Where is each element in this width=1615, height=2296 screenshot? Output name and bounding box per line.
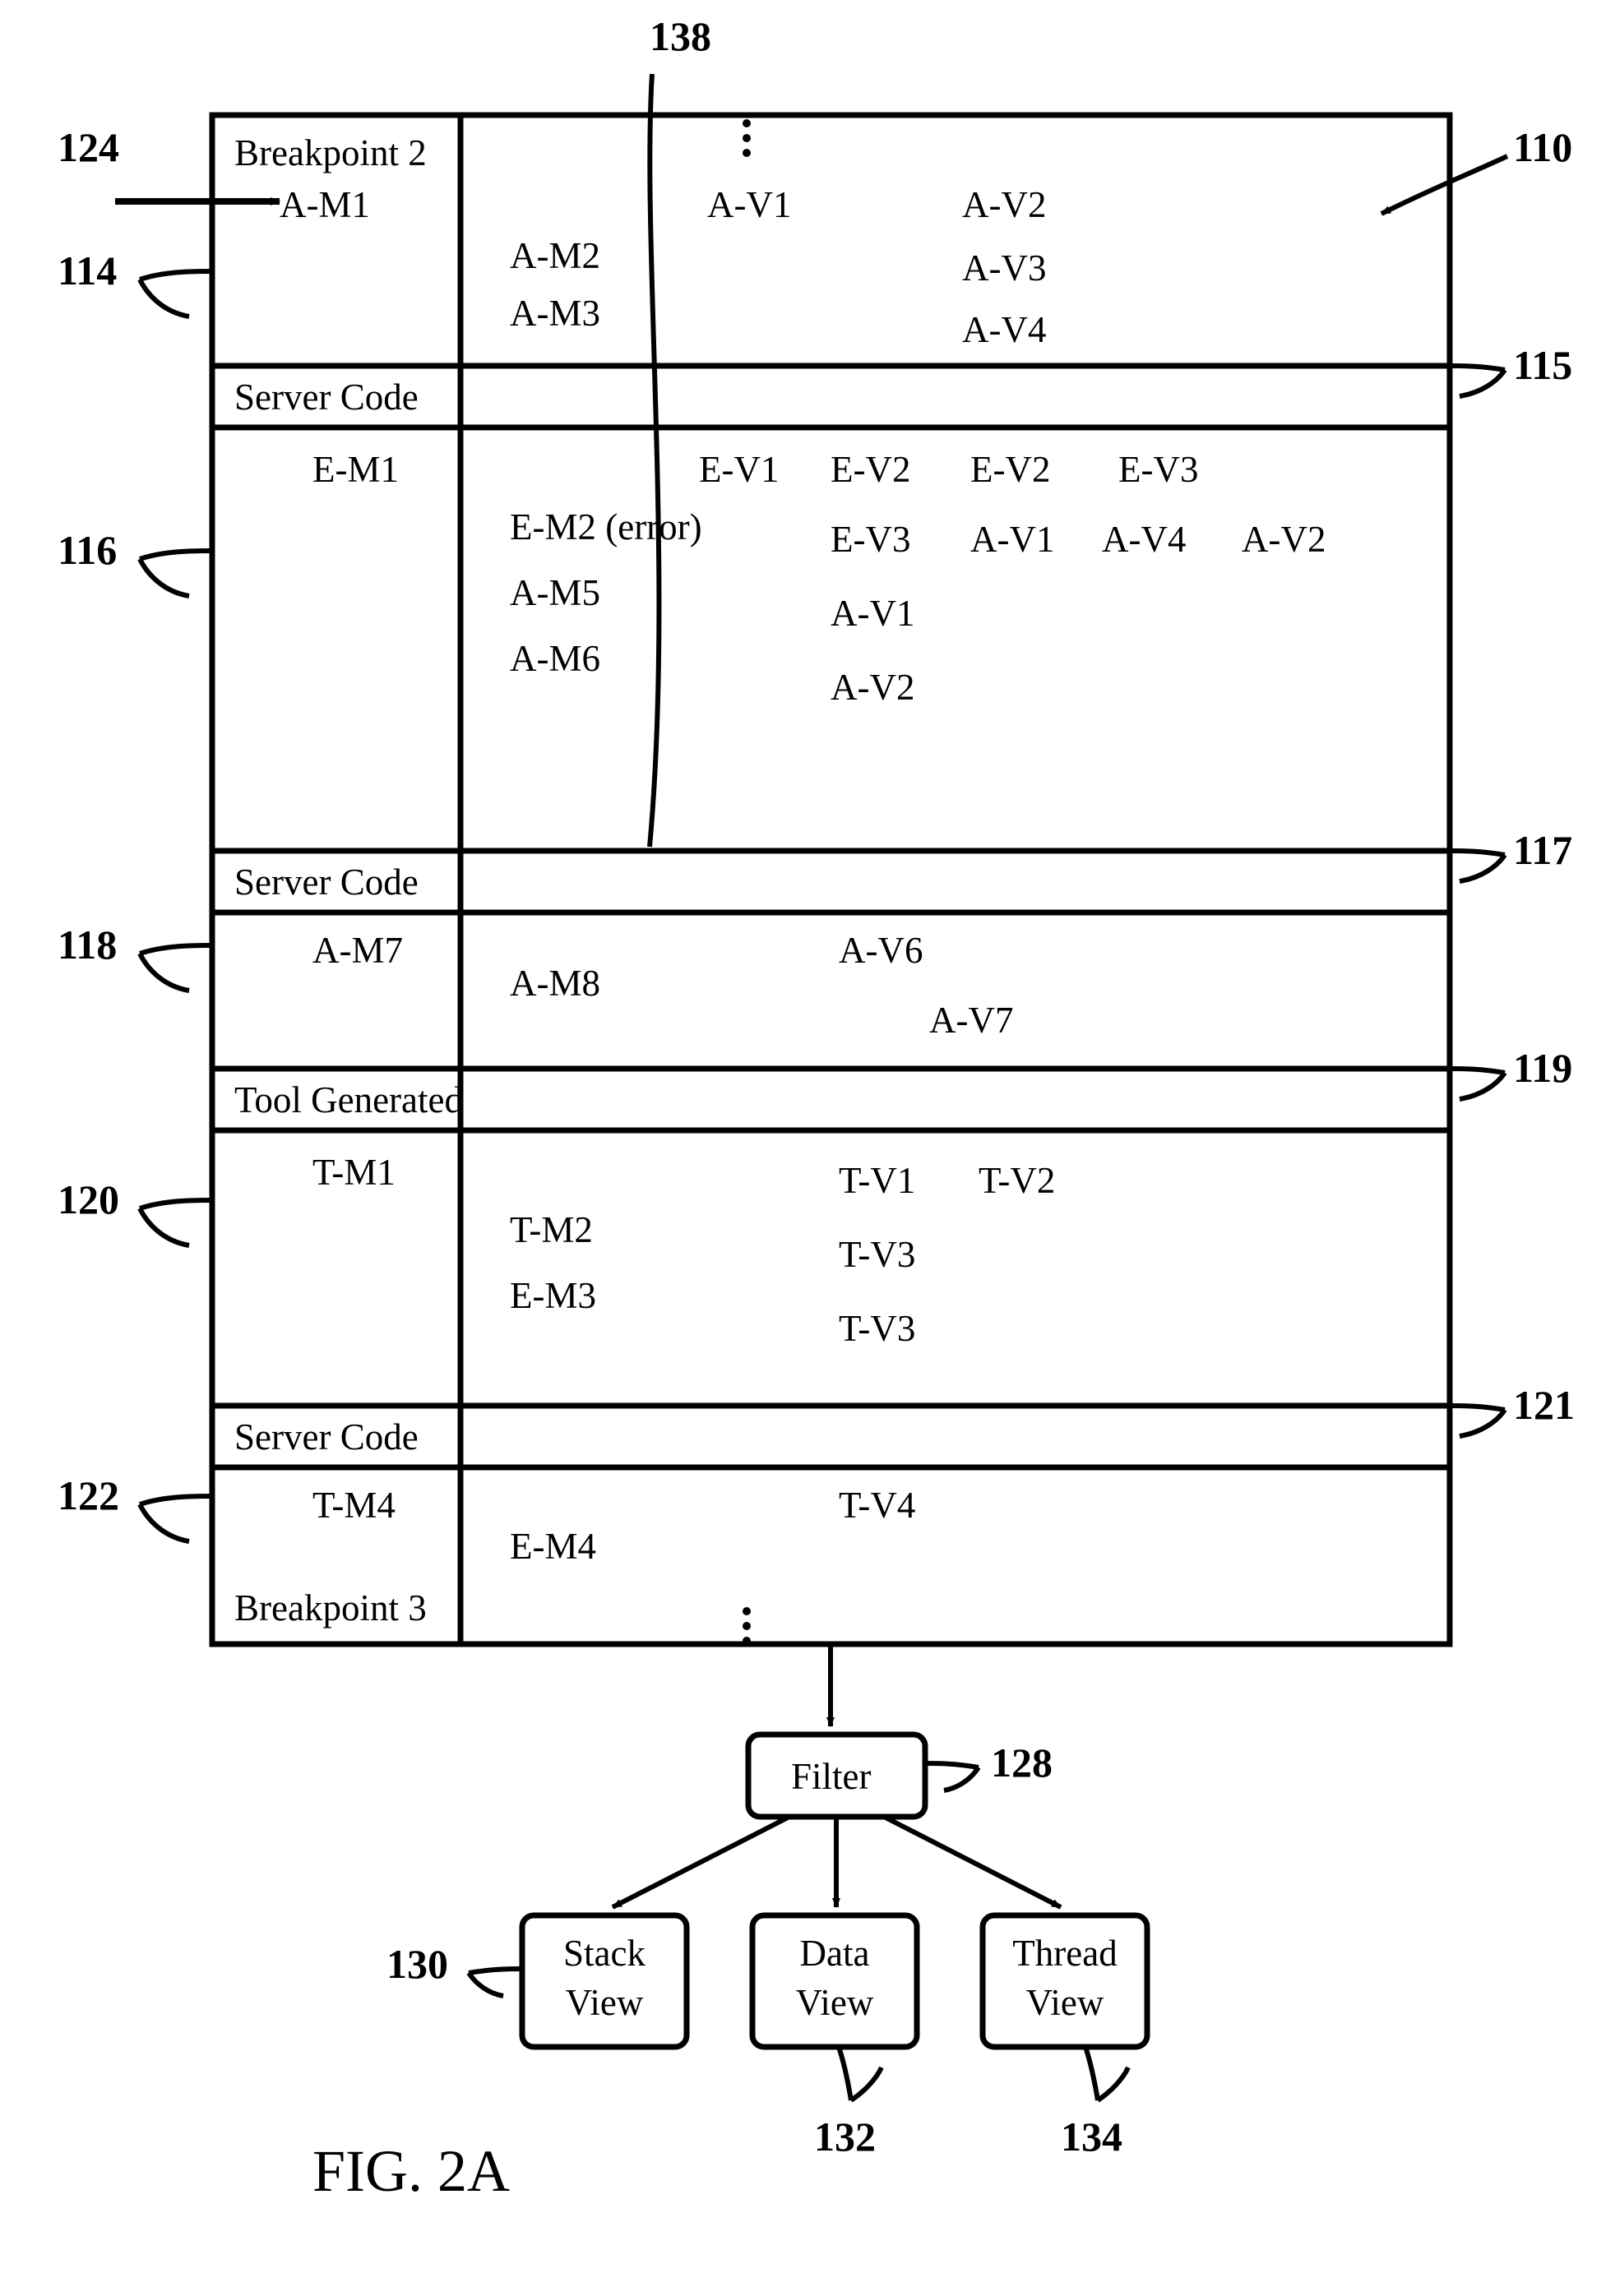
text-e-m3: E-M3 [510, 1274, 596, 1317]
text-a-m6: A-M6 [510, 637, 600, 680]
ref-114: 114 [58, 247, 117, 294]
text-a-m5: A-M5 [510, 571, 600, 614]
text-a-m8: A-M8 [510, 962, 600, 1005]
ref-120: 120 [58, 1176, 119, 1223]
box-thread-l2: View [1020, 1981, 1110, 2024]
text-t-v4: T-V4 [839, 1484, 915, 1527]
text-server-code-1: Server Code [234, 376, 419, 418]
text-t-v1: T-V1 [839, 1159, 915, 1202]
text-a-v1: A-V1 [707, 183, 791, 226]
text-e-v3: E-V3 [831, 518, 910, 561]
text-t-m2: T-M2 [510, 1208, 593, 1251]
text-a-v2: A-V2 [962, 183, 1046, 226]
text-bp2: Breakpoint 2 [234, 132, 427, 174]
text-a-m2: A-M2 [510, 234, 600, 277]
text-e-m2: E-M2 (error) [510, 506, 702, 548]
text-e-v2: E-V2 [831, 448, 910, 491]
ref-130: 130 [386, 1940, 448, 1988]
text-a-v1b: A-V1 [970, 518, 1054, 561]
text-t-m1: T-M1 [312, 1151, 396, 1194]
text-a-v6: A-V6 [839, 929, 923, 972]
text-a-v4: A-V4 [962, 308, 1046, 351]
text-a-v1-c: A-V1 [831, 592, 914, 635]
text-e-m4: E-M4 [510, 1525, 596, 1568]
text-e-m1: E-M1 [312, 448, 399, 491]
text-a-v3: A-V3 [962, 247, 1046, 289]
text-a-v7: A-V7 [929, 999, 1013, 1042]
text-e-v1: E-V1 [699, 448, 779, 491]
ref-138: 138 [650, 12, 711, 60]
text-bp3: Breakpoint 3 [234, 1587, 427, 1629]
text-t-v3: T-V3 [839, 1233, 915, 1276]
box-data-l2: View [794, 1981, 876, 2024]
text-server-code-3: Server Code [234, 1416, 419, 1458]
ref-124: 124 [58, 123, 119, 171]
box-thread-l1: Thread [1007, 1932, 1122, 1975]
text-t-v2: T-V2 [979, 1159, 1055, 1202]
ref-116: 116 [58, 526, 117, 574]
box-filter: Filter [791, 1755, 872, 1798]
box-data-l1: Data [794, 1932, 876, 1975]
text-t-m4: T-M4 [312, 1484, 396, 1527]
text-e-v3b: E-V3 [1118, 448, 1198, 491]
text-a-v2c: A-V2 [1242, 518, 1326, 561]
ref-117: 117 [1513, 826, 1572, 874]
text-a-m3: A-M3 [510, 292, 600, 335]
text-a-m7: A-M7 [312, 929, 403, 972]
box-stack-l2: View [559, 1981, 650, 2024]
box-stack-l1: Stack [559, 1932, 650, 1975]
text-tool-generated: Tool Generated [234, 1079, 463, 1121]
figure-caption: FIG. 2A [312, 2137, 510, 2206]
ref-132: 132 [814, 2113, 876, 2160]
ref-110: 110 [1513, 123, 1572, 171]
text-t-v3b: T-V3 [839, 1307, 915, 1350]
ref-119: 119 [1513, 1044, 1572, 1092]
ref-121: 121 [1513, 1381, 1575, 1429]
ref-122: 122 [58, 1471, 119, 1519]
text-a-m1: A-M1 [280, 183, 370, 226]
ref-128: 128 [991, 1739, 1053, 1786]
ref-115: 115 [1513, 341, 1572, 389]
text-a-v2b: A-V2 [831, 666, 914, 709]
ref-118: 118 [58, 921, 117, 968]
text-e-v2b: E-V2 [970, 448, 1050, 491]
text-server-code-2: Server Code [234, 861, 419, 903]
ref-134: 134 [1061, 2113, 1122, 2160]
text-a-v4b: A-V4 [1102, 518, 1186, 561]
